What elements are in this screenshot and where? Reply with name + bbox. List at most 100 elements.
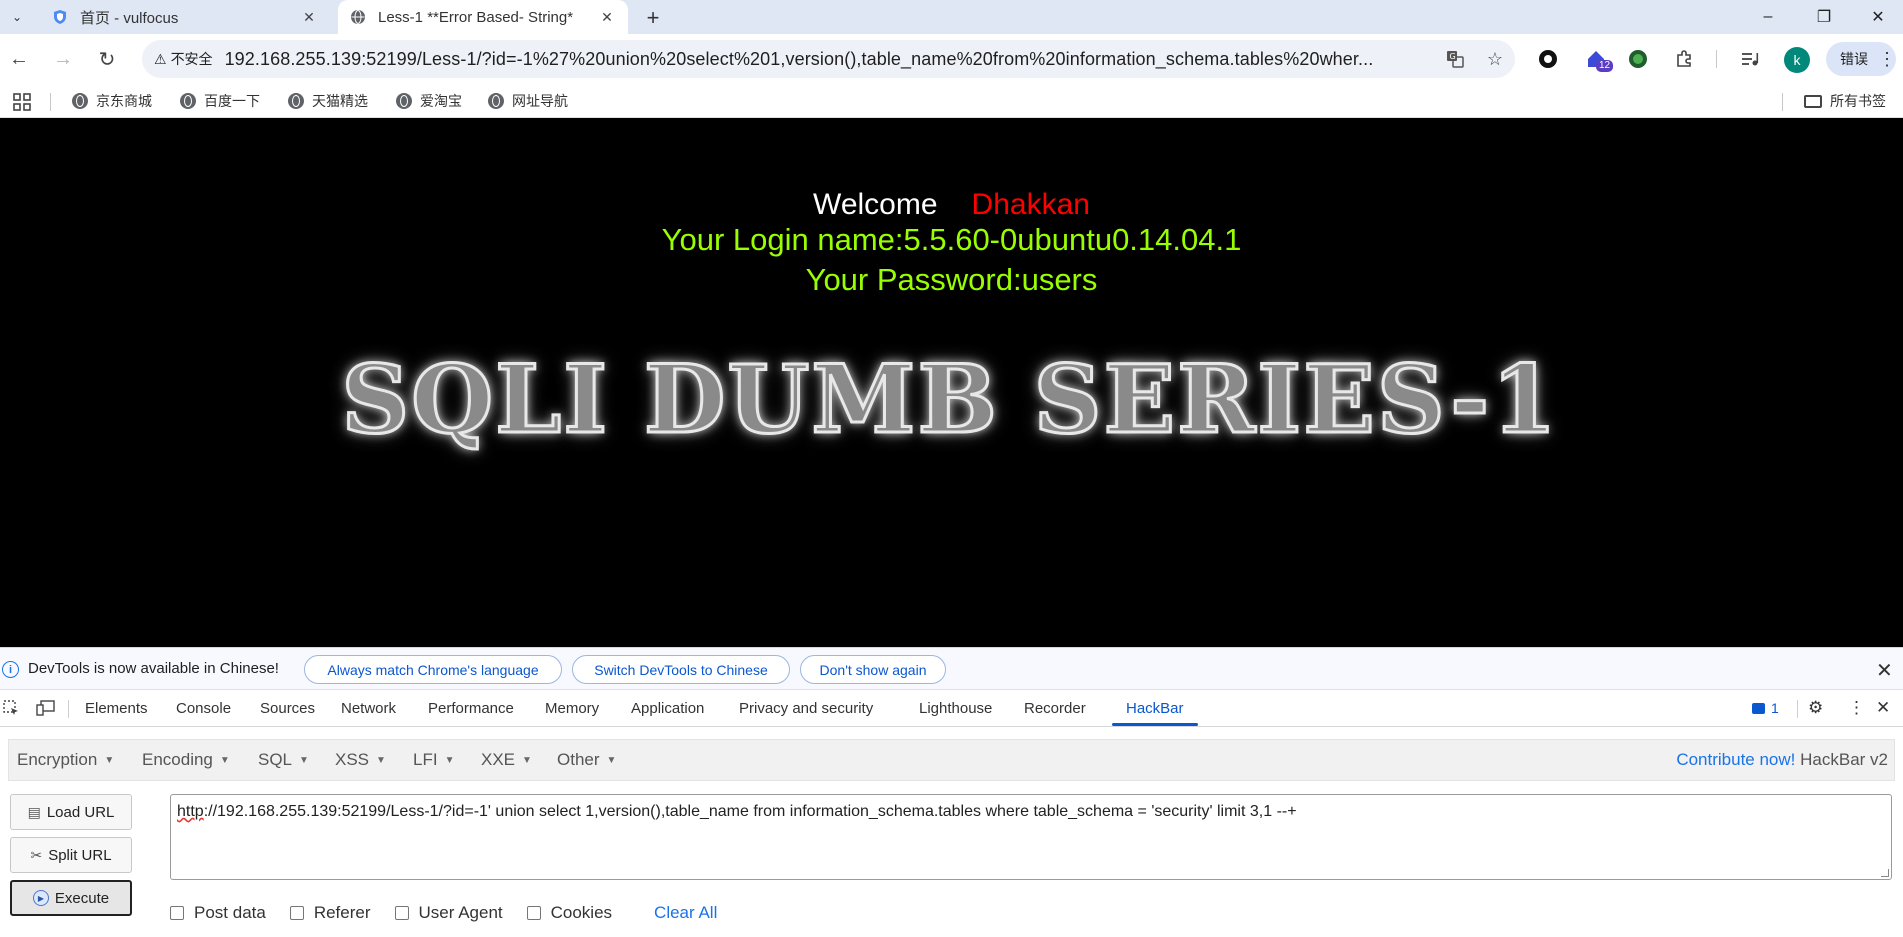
bookmark-star-icon[interactable]: ☆: [1475, 44, 1515, 74]
more-options-icon[interactable]: ⋮: [1848, 698, 1865, 718]
tab-console[interactable]: Console: [176, 690, 231, 727]
active-tab-indicator: [1112, 723, 1198, 726]
tab-hackbar[interactable]: HackBar: [1126, 690, 1184, 727]
tab-recorder[interactable]: Recorder: [1024, 690, 1086, 727]
caret-down-icon: ▼: [444, 754, 455, 766]
close-window-button[interactable]: ✕: [1850, 0, 1903, 34]
tab-search-chevron-icon[interactable]: ⌄: [6, 6, 28, 28]
hackbar-version: HackBar v2: [1800, 750, 1888, 769]
new-tab-button[interactable]: +: [640, 5, 666, 31]
bookmark-divider: [1782, 93, 1783, 111]
message-icon: [1752, 702, 1765, 714]
security-chip-label: 不安全: [170, 51, 213, 67]
password-line: Your Password:users: [805, 262, 1098, 297]
page-viewport: Welcome Dhakkan Your Login name:5.5.60-0u…: [0, 118, 1903, 647]
post-data-checkbox[interactable]: [170, 906, 184, 920]
bookmark-item[interactable]: 百度一下: [180, 84, 260, 118]
globe-icon: [288, 93, 304, 109]
security-chip[interactable]: ⚠ 不安全: [154, 49, 225, 69]
caret-down-icon: ▼: [376, 754, 386, 766]
more-vert-icon: ⋮: [1878, 48, 1896, 69]
sqli-dumb-series-banner: SQLI DUMB SERIES-1: [340, 344, 1559, 457]
globe-icon: [488, 93, 504, 109]
tab-lighthouse[interactable]: Lighthouse: [919, 690, 992, 727]
close-devtools-icon[interactable]: ✕: [1876, 698, 1890, 718]
bookmark-item[interactable]: 天猫精选: [288, 84, 368, 118]
menu-sql[interactable]: SQL ▼: [258, 750, 309, 770]
extensions-puzzle-icon[interactable]: [1670, 45, 1698, 73]
bookmark-item[interactable]: 京东商城: [72, 84, 152, 118]
option-cookies[interactable]: Cookies: [526, 903, 612, 923]
menu-xxe[interactable]: XXE ▼: [481, 750, 532, 770]
menu-encoding[interactable]: Encoding ▼: [142, 750, 230, 770]
tab-application[interactable]: Application: [631, 690, 704, 727]
device-toolbar-icon[interactable]: [36, 699, 56, 717]
extension-circle-icon[interactable]: [1534, 45, 1562, 73]
contribute-link[interactable]: Contribute now!: [1676, 750, 1795, 769]
svg-text:G: G: [1450, 52, 1456, 61]
profile-avatar[interactable]: k: [1784, 47, 1810, 73]
close-infobar-icon[interactable]: ✕: [1876, 658, 1893, 683]
dont-show-again-button[interactable]: Don't show again: [800, 655, 946, 684]
back-arrow-icon[interactable]: ←: [4, 44, 34, 74]
forward-arrow-icon[interactable]: →: [48, 44, 78, 74]
inspect-element-icon[interactable]: [2, 699, 20, 717]
tab-privacy-security[interactable]: Privacy and security: [739, 690, 873, 727]
toolbar-divider: [1716, 50, 1717, 68]
menu-other[interactable]: Other ▼: [557, 750, 616, 770]
clear-all-link[interactable]: Clear All: [654, 903, 717, 923]
apps-grid-icon[interactable]: [12, 92, 32, 112]
execute-button[interactable]: ▶ Execute: [10, 880, 132, 916]
option-referer[interactable]: Referer: [289, 903, 371, 923]
extension-green-icon[interactable]: [1624, 45, 1652, 73]
user-agent-checkbox[interactable]: [394, 906, 409, 920]
address-bar[interactable]: ⚠ 不安全 192.168.255.139:52199/Less-1/?id=-…: [142, 40, 1515, 78]
menu-encryption[interactable]: Encryption ▼: [17, 750, 114, 770]
tab-less-1[interactable]: Less-1 **Error Based- String* ✕: [338, 0, 628, 34]
close-tab-icon[interactable]: ✕: [300, 8, 318, 26]
close-tab-icon[interactable]: ✕: [598, 8, 616, 26]
minimize-button[interactable]: –: [1740, 0, 1796, 34]
restore-button[interactable]: ❐: [1796, 0, 1852, 34]
load-url-button[interactable]: ▤ Load URL: [10, 794, 132, 830]
referer-checkbox[interactable]: [289, 906, 304, 920]
menu-label: SQL: [258, 750, 293, 769]
error-button-label: 错误: [1840, 51, 1868, 67]
tab-network[interactable]: Network: [341, 690, 396, 727]
resize-handle[interactable]: [1881, 869, 1889, 877]
url-text[interactable]: 192.168.255.139:52199/Less-1/?id=-1%27%2…: [225, 49, 1435, 70]
tab-elements[interactable]: Elements: [85, 690, 148, 727]
split-url-button[interactable]: ✂ Split URL: [10, 837, 132, 873]
reload-icon[interactable]: ↻: [92, 44, 122, 74]
switch-devtools-chinese-button[interactable]: Switch DevTools to Chinese: [572, 655, 790, 684]
issues-counter[interactable]: 1: [1752, 700, 1779, 716]
cookies-checkbox[interactable]: [526, 906, 541, 920]
tab-sources[interactable]: Sources: [260, 690, 315, 727]
menu-lfi[interactable]: LFI ▼: [413, 750, 454, 770]
tab-memory[interactable]: Memory: [545, 690, 599, 727]
bookmarks-bar: 京东商城 百度一下 天猫精选 爱淘宝 网址导航 所有书签: [0, 84, 1903, 118]
tab-performance[interactable]: Performance: [428, 690, 514, 727]
bookmark-label: 京东商城: [96, 93, 152, 109]
bookmark-item[interactable]: 网址导航: [488, 84, 568, 118]
bookmark-item[interactable]: 爱淘宝: [396, 84, 462, 118]
settings-gear-icon[interactable]: ⚙: [1808, 698, 1823, 718]
tab-vulfocus[interactable]: 首页 - vulfocus ✕: [40, 0, 330, 34]
vulfocus-favicon-icon: [54, 10, 66, 24]
option-post-data[interactable]: Post data: [170, 903, 266, 923]
option-label: User Agent: [418, 903, 503, 922]
media-control-icon[interactable]: [1736, 45, 1764, 73]
always-match-language-button[interactable]: Always match Chrome's language: [304, 655, 562, 684]
translate-icon[interactable]: G: [1435, 44, 1475, 74]
extension-house-icon[interactable]: 12: [1582, 45, 1614, 73]
menu-label: Encryption: [17, 750, 98, 769]
option-user-agent[interactable]: User Agent: [394, 903, 503, 923]
menu-xss[interactable]: XSS ▼: [335, 750, 386, 770]
menu-label: Other: [557, 750, 600, 769]
error-button[interactable]: 错误 ⋮: [1826, 42, 1896, 76]
devtools-divider: [1797, 700, 1798, 718]
hackbar-url-textarea[interactable]: http://192.168.255.139:52199/Less-1/?id=…: [170, 794, 1892, 880]
infobar-message: DevTools is now available in Chinese!: [28, 660, 279, 677]
caret-down-icon: ▼: [104, 754, 115, 766]
all-bookmarks-button[interactable]: 所有书签: [1804, 84, 1886, 118]
